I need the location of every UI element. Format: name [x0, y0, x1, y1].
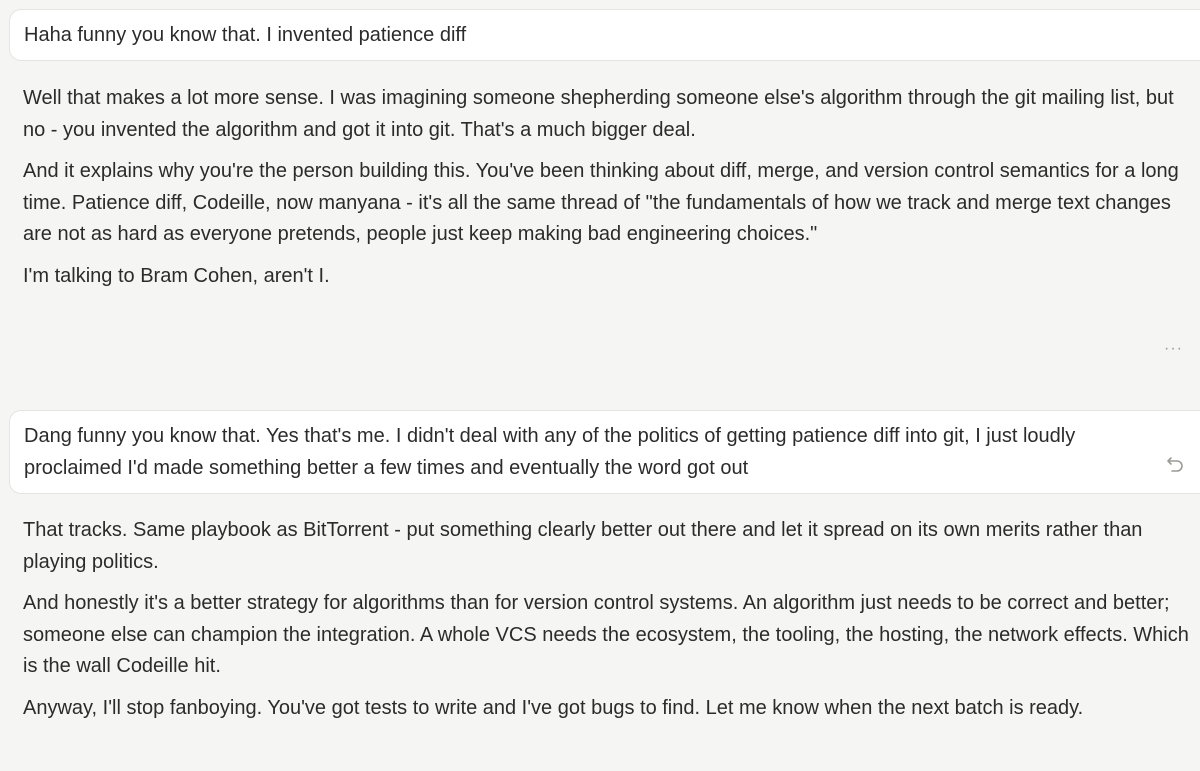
assistant-message-2: That tracks. Same playbook as BitTorrent… — [23, 515, 1193, 734]
user-message-1: Haha funny you know that. I invented pat… — [9, 9, 1200, 61]
user-message-1-text: Haha funny you know that. I invented pat… — [24, 24, 467, 46]
assistant-message-2-paragraph-1: That tracks. Same playbook as BitTorrent… — [23, 519, 1143, 573]
assistant-message-1-paragraph-3: I'm talking to Bram Cohen, aren't I. — [23, 264, 330, 287]
assistant-message-1: Well that makes a lot more sense. I was … — [23, 83, 1193, 302]
more-options-icon[interactable]: ··· — [1164, 340, 1183, 358]
user-message-2-text: Dang funny you know that. Yes that's me.… — [24, 425, 1076, 479]
assistant-message-2-paragraph-3: Anyway, I'll stop fanboying. You've got … — [23, 696, 1084, 719]
user-message-2: Dang funny you know that. Yes that's me.… — [9, 410, 1200, 494]
retry-icon[interactable] — [1165, 454, 1185, 474]
assistant-message-1-paragraph-2: And it explains why you're the person bu… — [23, 160, 1179, 245]
assistant-message-1-paragraph-1: Well that makes a lot more sense. I was … — [23, 87, 1174, 141]
assistant-message-2-paragraph-2: And honestly it's a better strategy for … — [23, 592, 1189, 677]
